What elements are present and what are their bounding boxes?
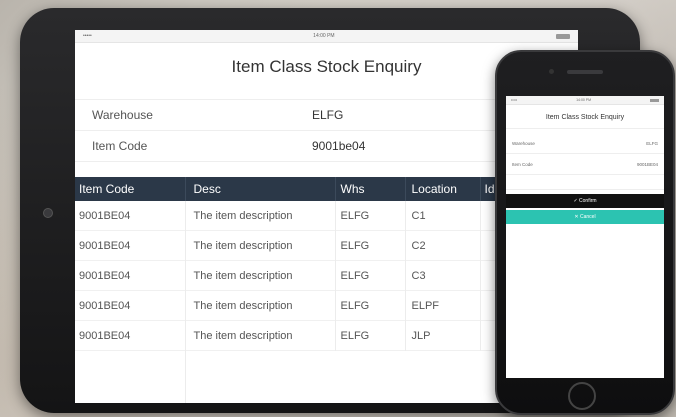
column-divider xyxy=(480,201,481,351)
cell-item-code: 9001BE04 xyxy=(75,290,185,321)
phone-item-code-field[interactable]: Item Code 9001BE04 xyxy=(506,154,664,175)
cell-whs: ELFG xyxy=(334,290,405,321)
cell-item-code: 9001BE04 xyxy=(75,201,185,231)
tablet-camera-icon xyxy=(43,208,53,218)
cell-location: ELPF xyxy=(404,290,480,321)
cell-desc: The item description xyxy=(184,230,335,261)
cell-location: C2 xyxy=(404,230,480,261)
phone-form-spacer xyxy=(506,175,664,190)
cell-whs: ELFG xyxy=(334,201,405,231)
battery-icon xyxy=(555,33,570,39)
cell-whs: ELFG xyxy=(334,320,405,351)
phone-camera-icon xyxy=(549,69,554,74)
status-time: 14:00 PM xyxy=(576,98,592,102)
cell-desc: The item description xyxy=(184,290,335,321)
cell-desc: The item description xyxy=(184,201,335,231)
column-header-desc[interactable]: Desc xyxy=(184,177,335,201)
cell-desc: The item description xyxy=(184,320,335,351)
column-header-whs[interactable]: Whs xyxy=(334,177,405,201)
phone-page-title: Item Class Stock Enquiry xyxy=(506,105,664,129)
column-header-location[interactable]: Location xyxy=(404,177,480,201)
phone-speaker xyxy=(567,70,603,74)
column-divider xyxy=(185,201,186,403)
warehouse-label: Warehouse xyxy=(512,140,535,146)
status-carrier: ••••• xyxy=(511,98,518,102)
cell-item-code: 9001BE04 xyxy=(75,230,185,261)
phone-warehouse-field[interactable]: Warehouse ELFG xyxy=(506,133,664,154)
phone-device: ••••• 14:00 PM Item Class Stock Enquiry … xyxy=(495,50,675,415)
status-time: 14:00 PM xyxy=(313,33,335,39)
column-divider xyxy=(335,201,336,351)
confirm-button[interactable]: ✓ Confirm xyxy=(506,194,664,208)
cell-location: C3 xyxy=(404,260,480,291)
cell-location: JLP xyxy=(404,320,480,351)
column-header-item-code[interactable]: Item Code xyxy=(75,177,185,201)
column-divider xyxy=(405,201,406,351)
cell-item-code: 9001BE04 xyxy=(75,260,185,291)
warehouse-label: Warehouse xyxy=(92,108,153,122)
cell-location: C1 xyxy=(404,201,480,231)
home-button[interactable] xyxy=(568,382,596,410)
warehouse-value[interactable]: ELFG xyxy=(312,108,343,122)
item-code-value[interactable]: 9001BE04 xyxy=(637,162,658,167)
cell-desc: The item description xyxy=(184,260,335,291)
phone-status-bar: ••••• 14:00 PM xyxy=(506,96,664,105)
warehouse-value[interactable]: ELFG xyxy=(646,141,658,146)
cancel-button[interactable]: ✕ Cancel xyxy=(506,210,664,224)
status-carrier: ••••• xyxy=(83,33,92,39)
cell-whs: ELFG xyxy=(334,230,405,261)
phone-screen: ••••• 14:00 PM Item Class Stock Enquiry … xyxy=(506,96,664,378)
cell-whs: ELFG xyxy=(334,260,405,291)
item-code-label: Item Code xyxy=(92,139,148,153)
battery-icon xyxy=(650,98,659,102)
cell-item-code: 9001BE04 xyxy=(75,320,185,351)
item-code-value[interactable]: 9001be04 xyxy=(312,139,365,153)
phone-enquiry-form: Warehouse ELFG Item Code 9001BE04 xyxy=(506,133,664,190)
tablet-status-bar: ••••• 14:00 PM xyxy=(75,30,578,43)
item-code-label: Item Code xyxy=(512,161,533,167)
